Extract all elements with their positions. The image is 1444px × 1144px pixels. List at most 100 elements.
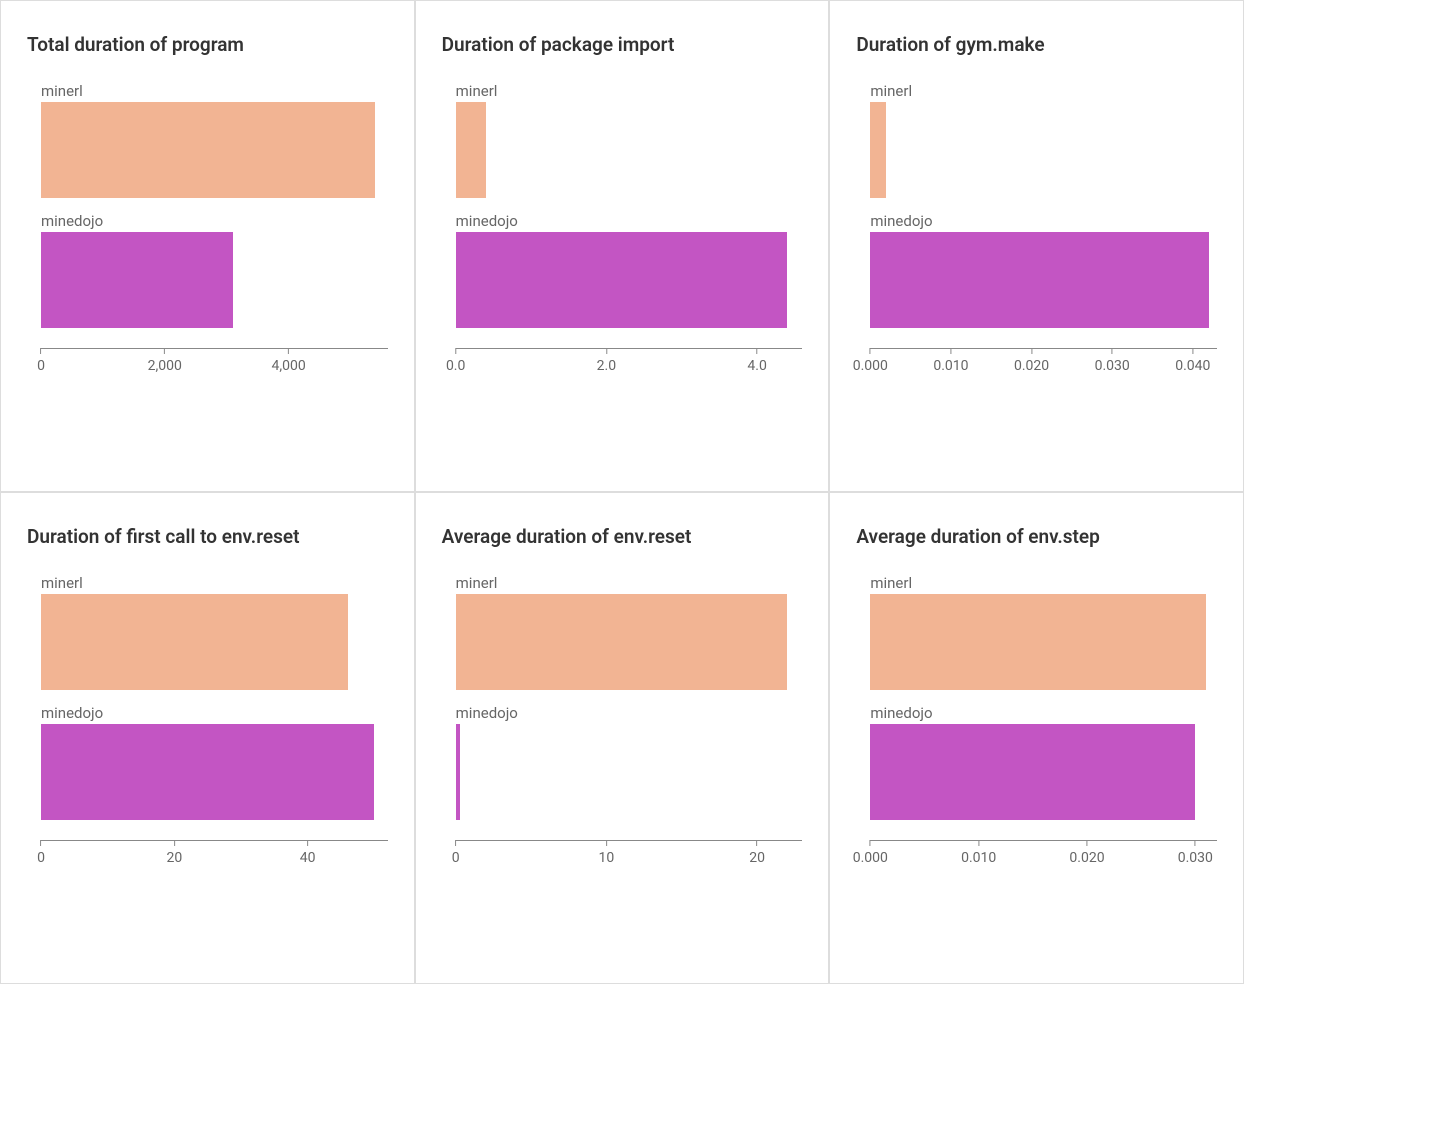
chart-title: Duration of package import [442, 33, 803, 56]
chart-panel: Average duration of env.step minerl minedo… [829, 492, 1244, 984]
bar-track [41, 594, 388, 690]
tick-mark [870, 840, 871, 846]
tick-label: 4,000 [271, 358, 305, 374]
chart-area: minerlminedojo0.02.04.0 [442, 82, 803, 467]
tick-label: 0.020 [1069, 850, 1104, 866]
axis-tick: 0.010 [961, 840, 996, 866]
bar-minerl [870, 594, 1206, 690]
bar-label: minerl [41, 574, 388, 592]
tick-mark [950, 348, 951, 354]
bar-label: minerl [41, 82, 388, 100]
bar-minerl [41, 102, 375, 198]
chart-title: Average duration of env.step [856, 525, 1217, 548]
bar-minedojo [870, 724, 1195, 820]
chart-grid: Total duration of program minerl minedojo 0… [0, 0, 1244, 984]
axis-tick: 2,000 [148, 348, 182, 374]
bar-track [41, 102, 388, 198]
bar-minedojo [41, 724, 374, 820]
tick-mark [455, 840, 456, 846]
chart-title: Total duration of program [27, 33, 388, 56]
bar-track [870, 232, 1217, 328]
bar-label: minedojo [870, 704, 1217, 722]
axis-tick: 4,000 [271, 348, 305, 374]
bar-label: minedojo [41, 704, 388, 722]
axis-tick: 40 [300, 840, 316, 866]
tick-mark [307, 840, 308, 846]
axis-tick: 10 [599, 840, 615, 866]
bar-group: minerl [870, 82, 1217, 198]
axis-tick: 20 [166, 840, 182, 866]
chart-area: minerl minedojo 0.000 0.010 0.020 0.030 [856, 574, 1217, 959]
chart-area: minerlminedojo02040 [27, 574, 388, 959]
tick-label: 0.0 [446, 358, 465, 374]
axis-tick: 0.000 [853, 348, 888, 374]
tick-mark [41, 840, 42, 846]
tick-label: 0.030 [1095, 358, 1130, 374]
bar-track [41, 724, 388, 820]
tick-mark [1112, 348, 1113, 354]
bar-group: minedojo [41, 212, 388, 328]
x-axis: 02040 [41, 840, 388, 872]
bar-track [456, 594, 803, 690]
bar-group: minerl [456, 574, 803, 690]
axis-tick: 0.0 [446, 348, 465, 374]
bar-group: minedojo [870, 704, 1217, 820]
tick-label: 20 [166, 850, 182, 866]
bar-track [870, 594, 1217, 690]
tick-label: 0.030 [1178, 850, 1213, 866]
tick-label: 0.000 [853, 850, 888, 866]
tick-label: 0.000 [853, 358, 888, 374]
chart-panel: Total duration of programminerlminedojo0… [0, 0, 415, 492]
bar-track [456, 232, 803, 328]
bar-label: minerl [870, 574, 1217, 592]
axis-line [870, 840, 1217, 841]
tick-label: 2.0 [597, 358, 616, 374]
tick-label: 0.010 [933, 358, 968, 374]
tick-mark [757, 348, 758, 354]
bar-minedojo [41, 232, 233, 328]
chart-area: minerlminedojo02,0004,000 [27, 82, 388, 467]
bar-label: minerl [870, 82, 1217, 100]
chart-area: minerlminedojo0.0000.0100.0200.0300.040 [856, 82, 1217, 467]
bar-minerl [41, 594, 348, 690]
bar-group: minedojo [41, 704, 388, 820]
tick-label: 10 [599, 850, 615, 866]
axis-tick: 4.0 [747, 348, 766, 374]
bar-group: minerl [870, 574, 1217, 690]
chart-panel: Duration of package importminerlminedojo… [415, 0, 830, 492]
axis-tick: 0.030 [1095, 348, 1130, 374]
bar-minedojo [870, 232, 1209, 328]
bar-track [870, 724, 1217, 820]
chart-area: minerlminedojo01020 [442, 574, 803, 959]
x-axis: 0.02.04.0 [456, 348, 803, 380]
tick-mark [1195, 840, 1196, 846]
x-axis: 0.0000.0100.0200.030 [870, 840, 1217, 872]
axis-line [41, 840, 388, 841]
bar-label: minerl [456, 574, 803, 592]
axis-line [41, 348, 388, 349]
axis-tick: 0.030 [1178, 840, 1213, 866]
axis-tick: 0.020 [1069, 840, 1104, 866]
bar-minedojo [456, 232, 788, 328]
tick-mark [41, 348, 42, 354]
bar-track [870, 102, 1217, 198]
bar-minerl [870, 102, 886, 198]
tick-label: 0.040 [1175, 358, 1210, 374]
bar-group: minerl [41, 574, 388, 690]
chart-title: Average duration of env.reset [442, 525, 803, 548]
tick-label: 4.0 [747, 358, 766, 374]
tick-label: 0.020 [1014, 358, 1049, 374]
tick-label: 0 [452, 850, 460, 866]
bar-track [456, 102, 803, 198]
axis-tick: 0.010 [933, 348, 968, 374]
tick-label: 0.010 [961, 850, 996, 866]
bar-label: minedojo [456, 212, 803, 230]
bar-group: minedojo [456, 704, 803, 820]
tick-mark [1031, 348, 1032, 354]
tick-mark [870, 348, 871, 354]
axis-tick: 0 [452, 840, 460, 866]
bar-group: minerl [41, 82, 388, 198]
tick-mark [174, 840, 175, 846]
tick-mark [164, 348, 165, 354]
chart-panel: Duration of gym.makeminerlminedojo0.0000… [829, 0, 1244, 492]
